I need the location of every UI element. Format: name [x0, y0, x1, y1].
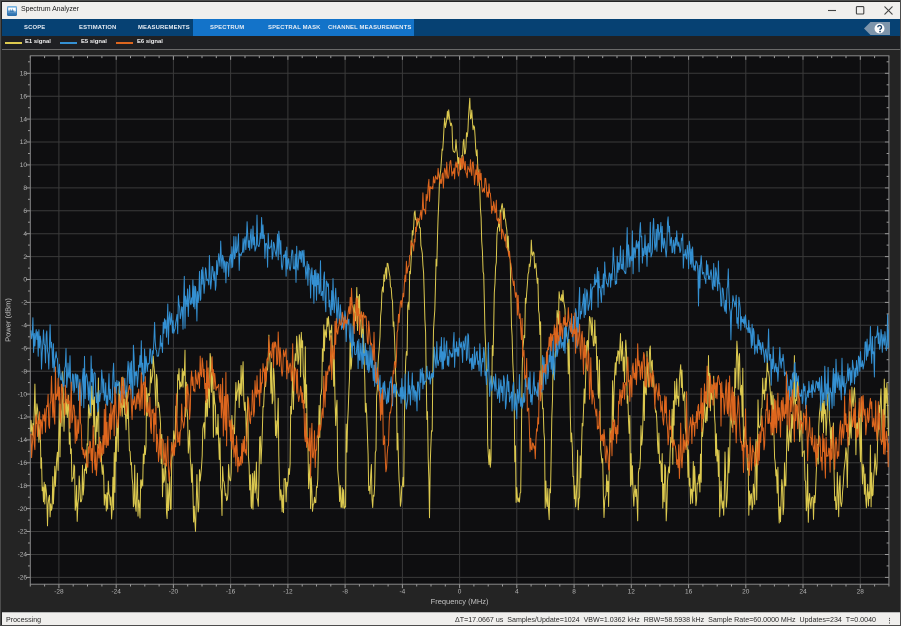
svg-text:-16: -16 — [226, 589, 236, 596]
svg-text:-4: -4 — [400, 589, 406, 596]
svg-text:8: 8 — [23, 185, 27, 192]
svg-text:-22: -22 — [18, 529, 28, 536]
svg-text:4: 4 — [23, 231, 27, 238]
svg-text:16: 16 — [20, 93, 28, 100]
svg-text:-2: -2 — [21, 300, 27, 307]
svg-text:0: 0 — [23, 277, 27, 284]
svg-text:-12: -12 — [18, 414, 28, 421]
svg-text:14: 14 — [20, 116, 28, 123]
svg-text:20: 20 — [742, 589, 750, 596]
svg-text:-24: -24 — [111, 589, 121, 596]
svg-text:12: 12 — [20, 139, 28, 146]
svg-text:Frequency (MHz): Frequency (MHz) — [431, 597, 489, 606]
svg-text:-16: -16 — [18, 460, 28, 467]
svg-text:8: 8 — [572, 589, 576, 596]
svg-text:10: 10 — [20, 162, 28, 169]
svg-text:6: 6 — [23, 208, 27, 215]
svg-text:16: 16 — [685, 589, 693, 596]
svg-text:24: 24 — [799, 589, 807, 596]
svg-text:-24: -24 — [18, 552, 28, 559]
svg-text:-20: -20 — [169, 589, 179, 596]
svg-text:28: 28 — [857, 589, 865, 596]
svg-text:-12: -12 — [283, 589, 293, 596]
svg-text:0: 0 — [458, 589, 462, 596]
svg-text:-26: -26 — [18, 575, 28, 582]
svg-text:12: 12 — [628, 589, 636, 596]
svg-text:2: 2 — [23, 254, 27, 261]
svg-text:4: 4 — [515, 589, 519, 596]
svg-text:-14: -14 — [18, 437, 28, 444]
svg-text:Power (dBm): Power (dBm) — [4, 298, 13, 342]
svg-text:-28: -28 — [54, 589, 64, 596]
svg-text:-4: -4 — [21, 323, 27, 330]
svg-text:-20: -20 — [18, 506, 28, 513]
svg-text:18: 18 — [20, 71, 28, 78]
svg-text:-18: -18 — [18, 483, 28, 490]
svg-text:-10: -10 — [18, 391, 28, 398]
svg-text:-6: -6 — [21, 345, 27, 352]
svg-text:-8: -8 — [342, 589, 348, 596]
svg-text:-8: -8 — [21, 368, 27, 375]
